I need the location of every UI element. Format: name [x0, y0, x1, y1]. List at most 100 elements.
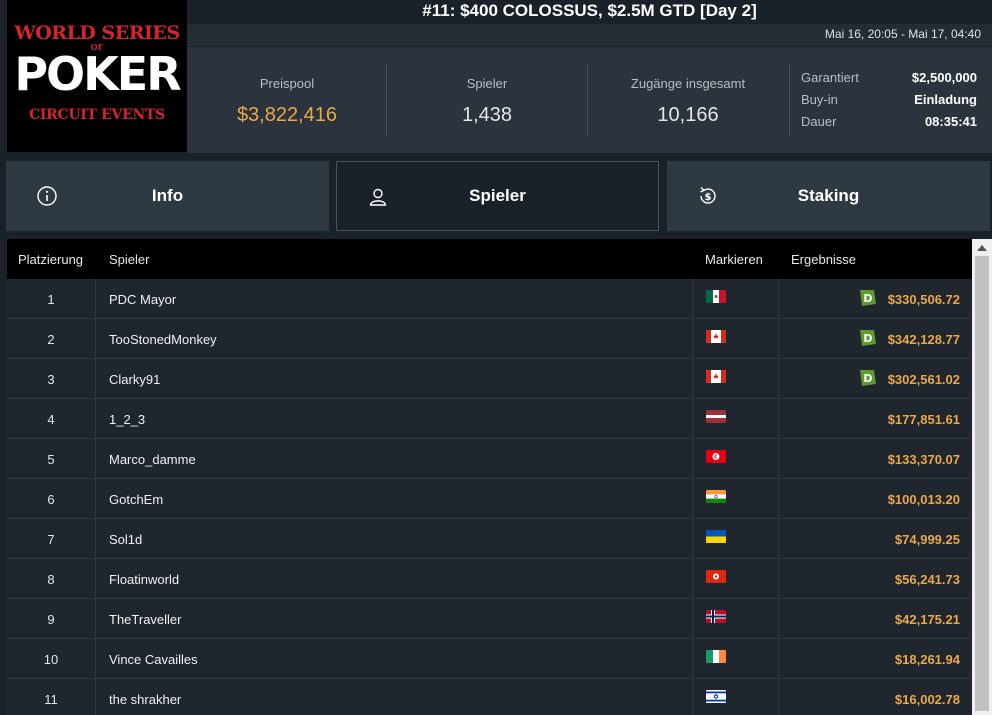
tab-label: Staking [797, 186, 860, 205]
row-player-name[interactable]: TooStonedMonkey [109, 332, 217, 347]
logo-line-4: CIRCUIT EVENTS [29, 107, 165, 123]
canada-flag-icon [706, 330, 726, 343]
info-row-buyin: Buy-in Einladung [801, 92, 977, 114]
latvia-flag-icon [706, 410, 726, 423]
table-row[interactable]: 3 Clarky91 D $302,561.02 [7, 359, 972, 399]
scroll-up-arrow[interactable] [977, 245, 987, 251]
table-row[interactable]: 1 PDC Mayor D $330,506.72 [7, 279, 972, 319]
staking-deal-badge-icon[interactable]: D [857, 328, 877, 348]
row-player-name[interactable]: 1_2_3 [109, 412, 145, 427]
row-player-name[interactable]: PDC Mayor [109, 292, 176, 307]
table-row[interactable]: 5 Marco_damme $133,370.07 [7, 439, 972, 479]
divider [789, 64, 790, 136]
tab-players[interactable]: Spieler [336, 161, 659, 231]
prizepool-value: $3,822,416 [236, 104, 338, 126]
table-row[interactable]: 8 Floatinworld $56,241.73 [7, 559, 972, 599]
row-mark-cell [692, 679, 779, 715]
header-mark[interactable]: Markieren [705, 252, 763, 267]
row-amount: $342,128.77 [887, 332, 960, 347]
header-results[interactable]: Ergebnisse [791, 252, 856, 267]
ireland-flag-icon [706, 650, 726, 663]
tab-label: Info [151, 186, 184, 205]
row-place: 6 [7, 479, 96, 519]
row-place: 8 [7, 559, 96, 599]
row-place: 3 [7, 359, 96, 399]
info-circle-icon [37, 186, 57, 206]
staking-deal-badge-icon[interactable]: D [857, 288, 877, 308]
svg-text:$: $ [705, 192, 712, 203]
row-player-name[interactable]: GotchEm [109, 492, 163, 507]
info-key: Dauer [801, 114, 837, 129]
row-place: 10 [7, 639, 96, 679]
hongkong-flag-icon [706, 570, 726, 583]
prizepool-label: Preispool [259, 76, 315, 91]
scroll-thumb[interactable] [975, 256, 989, 711]
row-mark-cell [692, 439, 779, 479]
tunisia-flag-icon [706, 450, 726, 463]
row-mark-cell [692, 639, 779, 679]
tab-info[interactable]: Info [6, 161, 329, 231]
row-player-name[interactable]: TheTraveller [109, 612, 181, 627]
badge-letter: D [863, 292, 872, 305]
table-row[interactable]: 4 1_2_3 $177,851.61 [7, 399, 972, 439]
staking-deal-badge-icon[interactable]: D [857, 368, 877, 388]
players-value: 1,438 [461, 104, 513, 126]
row-mark-cell [692, 279, 779, 319]
table-row[interactable]: 11 the shrakher $16,002.78 [7, 679, 972, 715]
row-player-name[interactable]: the shrakher [109, 692, 181, 707]
row-mark-cell [692, 559, 779, 599]
table-row[interactable]: 7 Sol1d $74,999.25 [7, 519, 972, 559]
row-amount: $16,002.78 [894, 692, 960, 707]
logo-line-1: WORLD SERIES [14, 22, 180, 44]
row-mark-cell [692, 519, 779, 559]
row-player-name[interactable]: Floatinworld [109, 572, 179, 587]
row-amount: $74,999.25 [894, 532, 960, 547]
info-value: $2,500,000 [911, 70, 977, 85]
entries-label: Zugänge insgesamt [630, 76, 746, 91]
table-row[interactable]: 2 TooStonedMonkey D $342,128.77 [7, 319, 972, 359]
row-amount: $18,261.94 [894, 652, 960, 667]
entries-value: 10,166 [657, 104, 719, 126]
mexico-flag-icon [706, 290, 726, 303]
table-header: Platzierung Spieler Markieren Ergebnisse [7, 239, 972, 279]
israel-flag-icon [706, 690, 726, 703]
row-amount: $133,370.07 [887, 452, 960, 467]
date-range: Mai 16, 20:05 - Mai 17, 04:40 [824, 27, 981, 41]
row-amount: $330,506.72 [887, 292, 960, 307]
row-mark-cell [692, 319, 779, 359]
row-amount: $177,851.61 [887, 412, 960, 427]
table-row[interactable]: 10 Vince Cavailles $18,261.94 [7, 639, 972, 679]
norway-flag-icon [706, 610, 726, 623]
row-amount: $56,241.73 [894, 572, 960, 587]
row-amount: $302,561.02 [887, 372, 960, 387]
tab-staking[interactable]: $ Staking [667, 161, 990, 231]
wsop-circuit-logo: WORLD SERIES OF POKER CIRCUIT EVENTS [7, 0, 187, 152]
row-player-name[interactable]: Sol1d [109, 532, 142, 547]
stat-players: Spieler 1,438 [387, 47, 587, 153]
header-place[interactable]: Platzierung [18, 252, 83, 267]
canada-flag-icon [706, 370, 726, 383]
row-place: 9 [7, 599, 96, 639]
results-table: Platzierung Spieler Markieren Ergebnisse… [7, 239, 972, 715]
info-key: Garantiert [801, 70, 859, 85]
table-row[interactable]: 6 GotchEm $100,013.20 [7, 479, 972, 519]
user-icon [369, 188, 387, 206]
players-label: Spieler [466, 76, 508, 91]
info-grid: Garantiert $2,500,000 Buy-in Einladung D… [801, 70, 977, 136]
row-amount: $42,175.21 [894, 612, 960, 627]
row-mark-cell [692, 479, 779, 519]
stat-entries: Zugänge insgesamt 10,166 [588, 47, 788, 153]
ukraine-flag-icon [706, 530, 726, 543]
badge-letter: D [863, 332, 872, 345]
table-scrollbar[interactable] [972, 239, 992, 715]
row-player-name[interactable]: Vince Cavailles [109, 652, 198, 667]
table-row[interactable]: 9 TheTraveller $42,175.21 [7, 599, 972, 639]
india-flag-icon [706, 490, 726, 503]
row-place: 4 [7, 399, 96, 439]
info-key: Buy-in [801, 92, 838, 107]
header-player[interactable]: Spieler [109, 252, 149, 267]
row-player-name[interactable]: Clarky91 [109, 372, 160, 387]
row-mark-cell [692, 599, 779, 639]
row-amount: $100,013.20 [887, 492, 960, 507]
row-player-name[interactable]: Marco_damme [109, 452, 196, 467]
